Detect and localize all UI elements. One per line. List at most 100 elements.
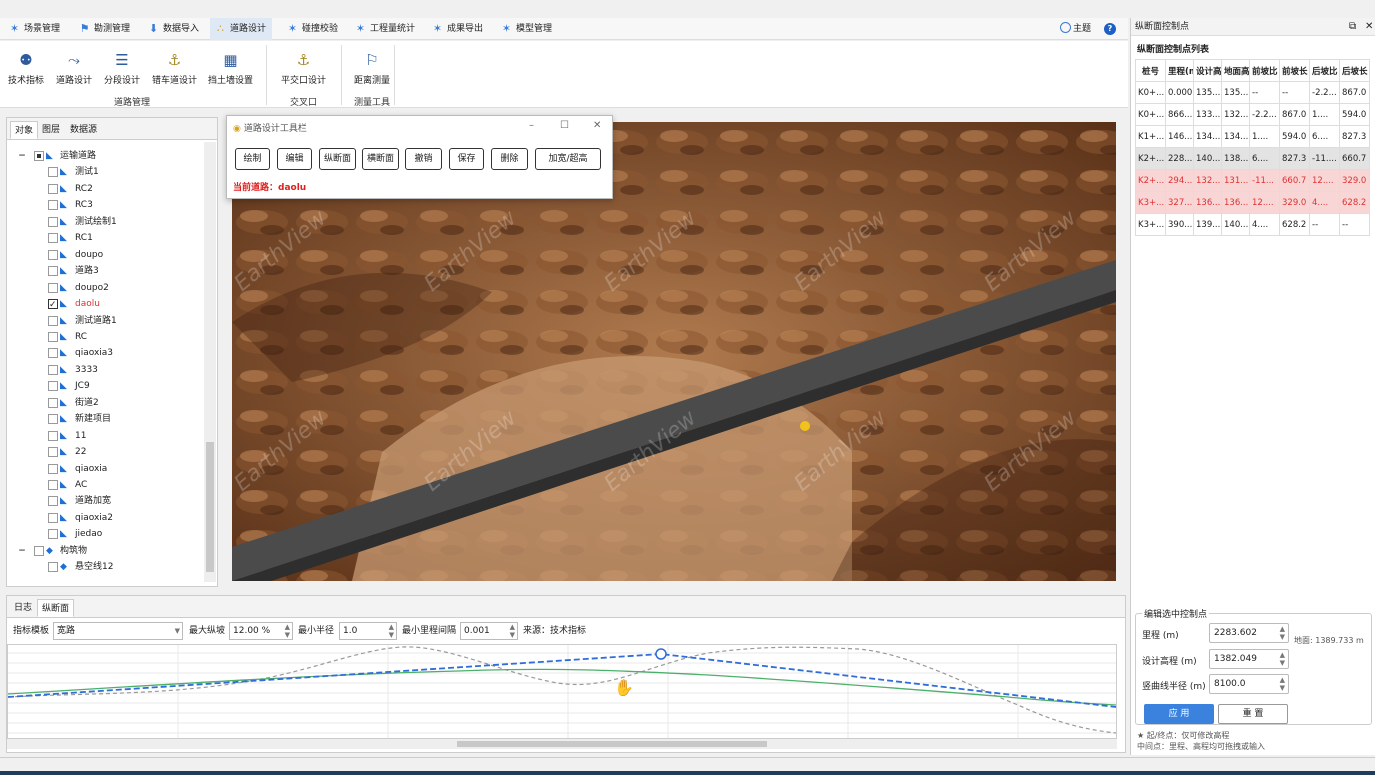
table-row[interactable]: K3+... 327... 136... 136... 12.... 329.0 4....… bbox=[1135, 191, 1370, 214]
tree-scrollbar[interactable] bbox=[204, 142, 216, 582]
profile-scrollbar-thumb[interactable] bbox=[457, 741, 767, 747]
tree-scrollbar-thumb[interactable] bbox=[206, 442, 214, 572]
tree-checkbox[interactable] bbox=[48, 562, 58, 573]
table-row[interactable]: K0+... 866.... 133... 132... -2.2... 867.0 1..… bbox=[1135, 103, 1370, 126]
mileage-input[interactable]: 2283.602 ▲ ▼ bbox=[1209, 623, 1289, 643]
design-elevation-input[interactable]: 1382.049 ▲ ▼ bbox=[1209, 649, 1289, 669]
tree-item[interactable]: ◣ qiaoxia bbox=[7, 461, 203, 477]
column-header[interactable]: 设计高程 bbox=[1193, 59, 1222, 82]
spinner-icon[interactable]: ▲ ▼ bbox=[1280, 651, 1285, 667]
tree-item[interactable]: ◣ JC9 bbox=[7, 378, 203, 394]
minimize-icon[interactable]: – bbox=[529, 120, 534, 131]
spinner-icon[interactable]: ▲ ▼ bbox=[1280, 676, 1285, 692]
tree-item[interactable]: ◣ AC bbox=[7, 477, 203, 493]
tool-button-7[interactable]: 删除 bbox=[491, 148, 528, 170]
tree-checkbox[interactable] bbox=[48, 381, 58, 392]
maximize-icon[interactable]: ☐ bbox=[560, 120, 569, 131]
tree-item[interactable]: ◣ 22 bbox=[7, 444, 203, 460]
tree-item[interactable]: ◣ 新建项目 bbox=[7, 411, 203, 427]
template-select[interactable]: 宽路 ▼ bbox=[53, 622, 183, 640]
menu-1[interactable]: ✶ 场景管理 bbox=[4, 18, 60, 40]
menu-2[interactable]: ⚑ 勘测管理 bbox=[74, 18, 130, 40]
ribbon-button-3[interactable]: ☰ 分段设计 bbox=[104, 51, 140, 86]
ribbon-button-1[interactable]: ⚉ 技术指标 bbox=[8, 51, 44, 86]
profile-canvas[interactable]: ✋ bbox=[7, 645, 1117, 738]
tree-checkbox[interactable] bbox=[48, 200, 58, 211]
column-header[interactable]: 后坡比 bbox=[1309, 59, 1340, 82]
tree-item[interactable]: ◣ 道路加宽 bbox=[7, 493, 203, 509]
bottom-tab-2[interactable]: 纵断面 bbox=[37, 599, 75, 617]
tree-checkbox[interactable] bbox=[48, 167, 58, 178]
spinner-icon[interactable]: ▲ ▼ bbox=[285, 623, 290, 639]
tree-checkbox[interactable] bbox=[48, 282, 58, 293]
tree-checkbox[interactable] bbox=[48, 463, 58, 474]
tree-item[interactable]: ◣ 11 bbox=[7, 428, 203, 444]
tree-checkbox[interactable] bbox=[48, 266, 58, 277]
tree-checkbox[interactable] bbox=[48, 512, 58, 523]
tree-checkbox[interactable] bbox=[48, 249, 58, 260]
ribbon-button-6[interactable]: ⚓ 平交口设计 bbox=[281, 51, 326, 86]
tree-checkbox[interactable] bbox=[48, 216, 58, 227]
max-grade-input[interactable]: 12.00 % ▲ ▼ bbox=[229, 622, 293, 640]
tool-button-3[interactable]: 纵断面 bbox=[319, 148, 356, 170]
selected-point-marker[interactable] bbox=[800, 421, 810, 431]
tree-checkbox[interactable] bbox=[48, 447, 58, 458]
tree-checkbox[interactable] bbox=[48, 348, 58, 359]
close-icon[interactable]: ✕ bbox=[593, 120, 601, 131]
ribbon-button-7[interactable]: ⚐ 距离测量 bbox=[354, 51, 390, 86]
tree-checkbox[interactable] bbox=[48, 430, 58, 441]
tree-checkbox[interactable] bbox=[48, 315, 58, 326]
tree-checkbox[interactable] bbox=[48, 233, 58, 244]
tree-item[interactable]: ◣ jiedao bbox=[7, 526, 203, 542]
ribbon-button-4[interactable]: ⚓ 错车道设计 bbox=[152, 51, 197, 86]
tool-button-5[interactable]: 撤销 bbox=[405, 148, 442, 170]
tree-item[interactable]: ◣ RC2 bbox=[7, 181, 203, 197]
menu-6[interactable]: ✶ 工程量统计 bbox=[350, 18, 415, 40]
table-row[interactable]: K1+... 146... 134... 134... 1.... 594.0 6.... 8… bbox=[1135, 125, 1370, 148]
menu-4[interactable]: ∴ 道路设计 bbox=[210, 18, 273, 40]
tree-checkbox[interactable] bbox=[48, 364, 58, 375]
tree-checkbox[interactable] bbox=[48, 397, 58, 408]
tool-button-4[interactable]: 横断面 bbox=[362, 148, 399, 170]
tree-item[interactable]: ◣ qiaoxia3 bbox=[7, 345, 203, 361]
profile-control-point[interactable] bbox=[655, 648, 667, 660]
reset-button[interactable]: 重 置 bbox=[1218, 704, 1288, 724]
table-row[interactable]: K0+... 0.000 135... 135... -- -- -2.2... 867.0 bbox=[1135, 81, 1370, 104]
tree-checkbox[interactable] bbox=[48, 529, 58, 540]
table-row[interactable]: K3+... 390... 139... 140... 4.... 628.2 -- -- bbox=[1135, 213, 1370, 236]
tool-button-1[interactable]: 绘制 bbox=[235, 148, 270, 170]
column-header[interactable]: 前坡比 bbox=[1249, 59, 1280, 82]
apply-button[interactable]: 应 用 bbox=[1144, 704, 1214, 724]
float-icon[interactable]: ⧉ bbox=[1349, 18, 1356, 36]
column-header[interactable]: 桩号 bbox=[1135, 59, 1166, 82]
spinner-icon[interactable]: ▲ ▼ bbox=[389, 623, 394, 639]
profile-chart[interactable]: ✋ bbox=[7, 644, 1117, 739]
column-header[interactable]: 里程(m bbox=[1165, 59, 1194, 82]
theme-button[interactable]: 主题 bbox=[1060, 22, 1091, 36]
tool-button-2[interactable]: 编辑 bbox=[277, 148, 312, 170]
spinner-icon[interactable]: ▲ ▼ bbox=[1280, 625, 1285, 641]
tree-item[interactable]: ◣ 测试道路1 bbox=[7, 313, 203, 329]
tree-item[interactable]: ◣ daolu bbox=[7, 296, 203, 313]
tool-button-6[interactable]: 保存 bbox=[449, 148, 484, 170]
bottom-tab-1[interactable]: 日志 bbox=[10, 599, 36, 617]
tree-item[interactable]: ◣ 测试绘制1 bbox=[7, 214, 203, 230]
tree-item[interactable]: ◣ doupo bbox=[7, 247, 203, 263]
tree-item[interactable]: ◣ 测试1 bbox=[7, 164, 203, 180]
tree-checkbox[interactable] bbox=[48, 297, 58, 313]
ribbon-button-5[interactable]: ▦ 挡土墙设置 bbox=[208, 51, 253, 86]
tab-2[interactable]: 图层 bbox=[38, 121, 64, 139]
collapse-icon[interactable]: − bbox=[17, 543, 27, 559]
vertical-curve-radius-input[interactable]: 8100.0 ▲ ▼ bbox=[1209, 674, 1289, 694]
tree-item[interactable]: ◣ RC1 bbox=[7, 230, 203, 246]
column-header[interactable]: 前坡长 bbox=[1279, 59, 1310, 82]
tree-item[interactable]: − ◆ 构筑物 bbox=[7, 543, 203, 559]
min-radius-input[interactable]: 1.0 ▲ ▼ bbox=[339, 622, 397, 640]
min-interval-input[interactable]: 0.001 ▲ ▼ bbox=[460, 622, 518, 640]
menu-5[interactable]: ✶ 碰撞校验 bbox=[282, 18, 338, 40]
profile-scrollbar[interactable] bbox=[7, 739, 1117, 749]
tree-checkbox[interactable] bbox=[48, 183, 58, 194]
menu-8[interactable]: ✶ 模型管理 bbox=[496, 18, 552, 40]
tree-item[interactable]: ◣ RC bbox=[7, 329, 203, 345]
tab-1[interactable]: 对象 bbox=[10, 121, 39, 139]
